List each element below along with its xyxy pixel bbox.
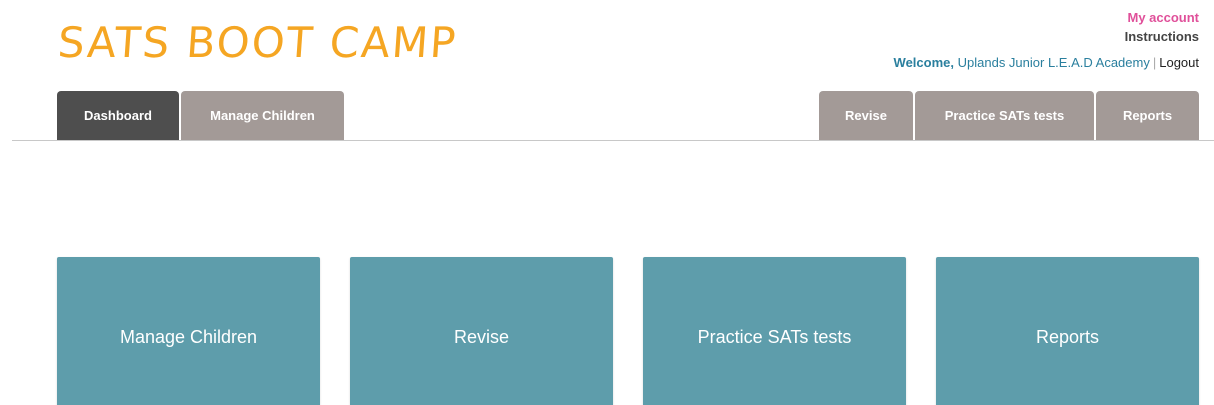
welcome-label: Welcome,: [893, 55, 954, 70]
account-links: My account Instructions Welcome, Uplands…: [894, 8, 1199, 72]
tab-practice-sats-tests[interactable]: Practice SATs tests: [915, 91, 1094, 140]
site-logo[interactable]: SATS BOOT CAMP: [56, 18, 459, 67]
tab-revise[interactable]: Revise: [819, 91, 913, 140]
welcome-line: Welcome, Uplands Junior L.E.A.D Academy |…: [894, 53, 1199, 72]
instructions-link[interactable]: Instructions: [894, 27, 1199, 46]
tab-manage-children[interactable]: Manage Children: [181, 91, 344, 140]
nav-divider: [12, 140, 1214, 141]
school-name: Uplands Junior L.E.A.D Academy: [957, 55, 1150, 70]
dashboard-cards: Manage Children Revise Practice SATs tes…: [57, 257, 1199, 405]
tab-dashboard[interactable]: Dashboard: [57, 91, 179, 140]
logout-link[interactable]: Logout: [1159, 55, 1199, 70]
nav-tabs-left: Dashboard Manage Children: [57, 91, 344, 140]
card-manage-children[interactable]: Manage Children: [57, 257, 320, 405]
tab-reports[interactable]: Reports: [1096, 91, 1199, 140]
separator: |: [1152, 55, 1157, 70]
card-reports[interactable]: Reports: [936, 257, 1199, 405]
nav-tabs-right: Revise Practice SATs tests Reports: [819, 91, 1199, 140]
my-account-link[interactable]: My account: [894, 8, 1199, 27]
card-practice-sats-tests[interactable]: Practice SATs tests: [643, 257, 906, 405]
card-revise[interactable]: Revise: [350, 257, 613, 405]
